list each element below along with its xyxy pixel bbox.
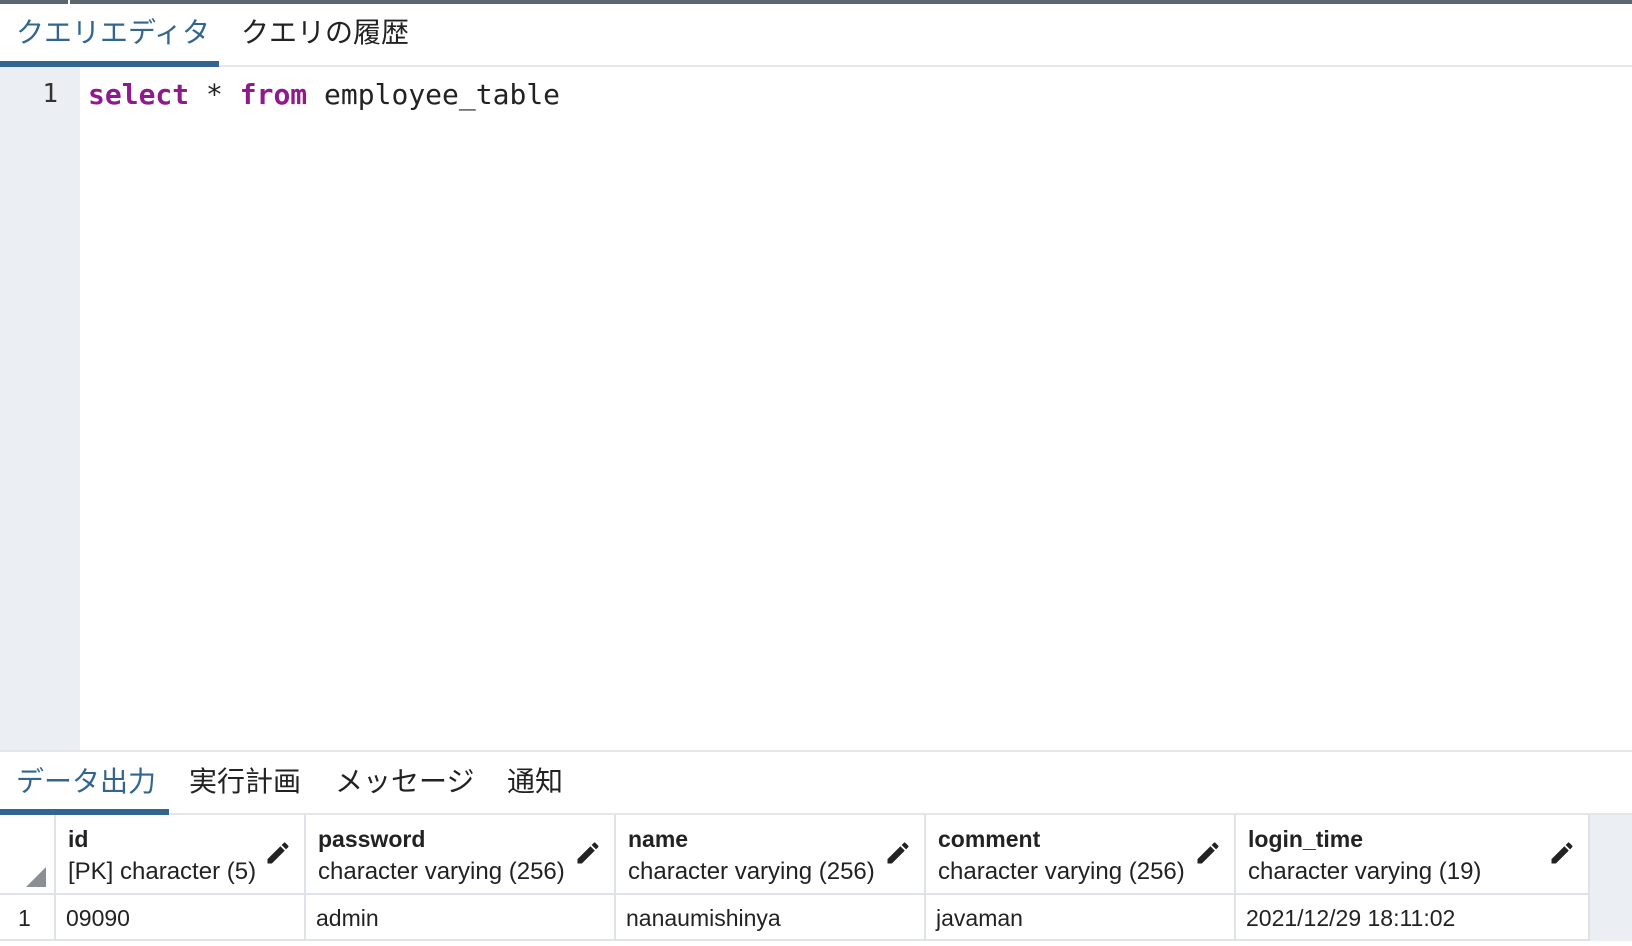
- tab-explain-plan[interactable]: 実行計画: [189, 752, 301, 815]
- line-number: 1: [42, 79, 58, 109]
- keyword-select: select: [88, 78, 190, 111]
- table-cell-login-time[interactable]: 2021/12/29 18:11:02: [1236, 895, 1590, 941]
- row-number[interactable]: 1: [0, 895, 56, 941]
- tab-query-history[interactable]: クエリの履歴: [241, 4, 409, 67]
- table-cell-name[interactable]: nanaumishinya: [616, 895, 926, 941]
- column-type: character varying (256): [628, 858, 875, 885]
- pencil-icon[interactable]: [264, 839, 292, 867]
- pencil-icon[interactable]: [1548, 839, 1576, 867]
- query-tab-bar: クエリエディタ クエリの履歴: [0, 4, 1632, 67]
- tab-data-output-label: データ出力: [16, 765, 157, 798]
- grid-empty-area: [1590, 815, 1632, 941]
- data-grid: id [PK] character (5) password character…: [0, 815, 1632, 946]
- operator-star: *: [206, 78, 223, 111]
- output-tab-bar: データ出力 実行計画 メッセージ 通知: [0, 750, 1632, 815]
- select-all-corner[interactable]: [0, 815, 56, 895]
- line-number-gutter: 1: [0, 67, 80, 750]
- pencil-icon[interactable]: [1194, 839, 1222, 867]
- table-cell-id[interactable]: 09090: [56, 895, 306, 941]
- tab-explain-plan-label: 実行計画: [189, 765, 302, 798]
- keyword-from: from: [239, 78, 308, 111]
- tab-query-history-label: クエリの履歴: [241, 16, 410, 49]
- column-name: password: [318, 826, 426, 852]
- tab-query-editor[interactable]: クエリエディタ: [16, 4, 210, 67]
- column-header-password[interactable]: password character varying (256): [306, 815, 616, 895]
- tab-query-editor-label: クエリエディタ: [16, 16, 211, 49]
- sql-editor[interactable]: 1 select * from employee_table: [0, 67, 1632, 750]
- column-header-id[interactable]: id [PK] character (5): [56, 815, 306, 895]
- tab-messages[interactable]: メッセージ: [335, 752, 474, 815]
- select-all-corner-icon: [26, 867, 46, 887]
- table-cell-password[interactable]: admin: [306, 895, 616, 941]
- column-type: character varying (19): [1248, 858, 1482, 885]
- column-header-name[interactable]: name character varying (256): [616, 815, 926, 895]
- code-line[interactable]: select * from employee_table: [88, 78, 560, 111]
- tab-notifications-label: 通知: [507, 765, 564, 798]
- column-header-login-time[interactable]: login_time character varying (19): [1236, 815, 1590, 895]
- tab-notifications[interactable]: 通知: [507, 752, 563, 815]
- pencil-icon[interactable]: [574, 839, 602, 867]
- pencil-icon[interactable]: [884, 839, 912, 867]
- column-type: character varying (256): [318, 858, 565, 885]
- column-header-comment[interactable]: comment character varying (256): [926, 815, 1236, 895]
- column-type: [PK] character (5): [68, 858, 257, 885]
- tab-data-output[interactable]: データ出力: [16, 752, 156, 815]
- column-name: id: [68, 826, 89, 852]
- table-name: employee_table: [324, 78, 561, 111]
- tab-messages-label: メッセージ: [335, 765, 475, 798]
- table-cell-comment[interactable]: javaman: [926, 895, 1236, 941]
- column-name: comment: [938, 826, 1041, 852]
- column-name: name: [628, 826, 689, 852]
- column-name: login_time: [1248, 826, 1364, 852]
- column-type: character varying (256): [938, 858, 1185, 885]
